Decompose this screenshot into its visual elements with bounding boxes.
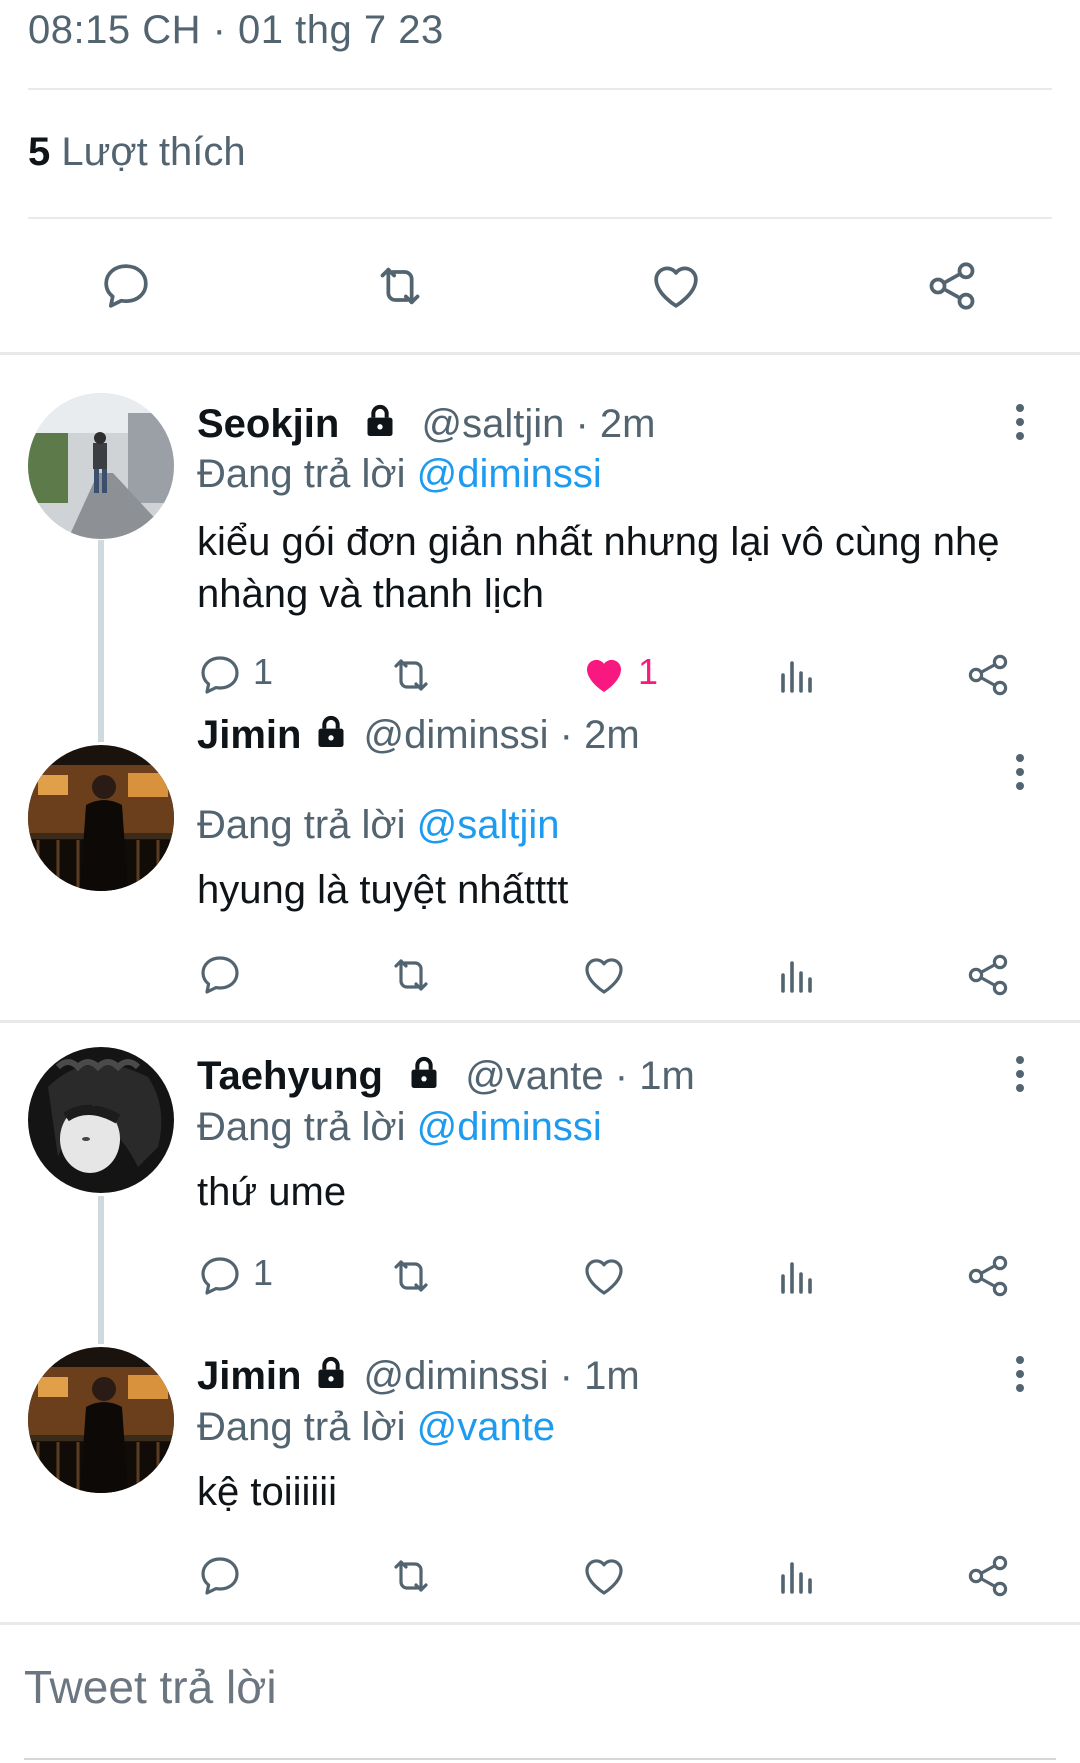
display-name[interactable]: Taehyung <box>197 1054 383 1098</box>
handle-time: @saltjin · 2m <box>421 402 656 446</box>
handle-time: @diminssi · 2m <box>363 713 640 757</box>
reply-prefix: Đang trả lời <box>197 452 406 496</box>
main-action-bar <box>0 232 1080 340</box>
retweet-icon[interactable] <box>387 1252 435 1300</box>
views-icon[interactable] <box>773 1552 821 1600</box>
reply-header: Seokjin @saltjin · 2m <box>197 401 656 451</box>
section-divider <box>0 352 1080 355</box>
reply-text: thứ ume <box>197 1170 347 1214</box>
reply-icon[interactable] <box>98 258 154 314</box>
reply-mention[interactable]: @vante <box>417 1405 555 1449</box>
views-icon[interactable] <box>773 1252 821 1300</box>
retweet-icon[interactable] <box>387 651 435 699</box>
section-divider <box>0 1020 1080 1023</box>
display-name[interactable]: Jimin <box>197 713 301 757</box>
section-divider <box>0 1622 1080 1625</box>
reply-icon[interactable] <box>196 1552 244 1600</box>
compose-underline <box>24 1758 1056 1760</box>
lock-icon <box>404 1053 444 1103</box>
reply-text: hyung là tuyệt nhấtttt <box>197 868 569 912</box>
thread-line <box>98 540 104 742</box>
reply-compose-input[interactable]: Tweet trả lời <box>24 1660 277 1714</box>
reply-icon[interactable] <box>196 1252 244 1300</box>
lock-icon <box>360 401 400 451</box>
retweet-icon[interactable] <box>387 1552 435 1600</box>
divider <box>28 88 1052 90</box>
reply-header: Taehyung @vante · 1m <box>197 1053 695 1103</box>
replying-to: Đang trả lời @diminssi <box>197 1105 602 1150</box>
more-vertical-icon[interactable] <box>1012 1054 1028 1094</box>
reply-prefix: Đang trả lời <box>197 803 406 847</box>
reply-count: 1 <box>253 651 274 692</box>
lock-icon <box>311 712 351 762</box>
like-icon[interactable] <box>648 258 704 314</box>
divider <box>28 217 1052 219</box>
share-icon[interactable] <box>964 1552 1012 1600</box>
like-icon[interactable] <box>580 951 628 999</box>
likes-count: 5 <box>28 130 51 174</box>
likes-summary[interactable]: 5 Lượt thích <box>28 130 246 175</box>
reply-text: kệ toiiiiii <box>197 1470 338 1514</box>
likes-label: Lượt thích <box>61 130 246 174</box>
handle-time: @diminssi · 1m <box>363 1354 640 1398</box>
retweet-icon[interactable] <box>372 258 428 314</box>
handle-time: @vante · 1m <box>465 1054 695 1098</box>
retweet-icon[interactable] <box>387 951 435 999</box>
like-icon[interactable] <box>580 651 628 699</box>
avatar[interactable] <box>28 745 174 891</box>
tweet-actions <box>0 1546 1080 1606</box>
reply-prefix: Đang trả lời <box>197 1105 406 1149</box>
avatar[interactable] <box>28 1047 174 1193</box>
avatar[interactable] <box>28 1347 174 1493</box>
reply-header: Jimin @diminssi · 1m <box>197 1353 640 1403</box>
like-icon[interactable] <box>580 1252 628 1300</box>
tweet-actions <box>0 945 1080 1005</box>
views-icon[interactable] <box>773 951 821 999</box>
tweet-actions: 1 1 <box>0 645 1080 705</box>
replying-to: Đang trả lời @vante <box>197 1405 555 1450</box>
more-vertical-icon[interactable] <box>1012 1354 1028 1394</box>
share-icon[interactable] <box>924 258 980 314</box>
display-name[interactable]: Seokjin <box>197 402 339 446</box>
reply-count: 1 <box>253 1252 274 1293</box>
tweet-timestamp: 08:15 CH · 01 thg 7 23 <box>28 8 444 52</box>
reply-mention[interactable]: @saltjin <box>417 803 560 847</box>
replying-to: Đang trả lời @diminssi <box>197 452 602 497</box>
avatar[interactable] <box>28 393 174 539</box>
share-icon[interactable] <box>964 651 1012 699</box>
tweet-actions: 1 <box>0 1246 1080 1306</box>
reply-text: kiểu gói đơn giản nhất nhưng lại vô cùng… <box>197 520 1000 616</box>
like-icon[interactable] <box>580 1552 628 1600</box>
share-icon[interactable] <box>964 1252 1012 1300</box>
more-vertical-icon[interactable] <box>1012 402 1028 442</box>
reply-mention[interactable]: @diminssi <box>417 1105 602 1149</box>
reply-header: Jimin @diminssi · 2m <box>197 712 640 762</box>
reply-icon[interactable] <box>196 951 244 999</box>
reply-mention[interactable]: @diminssi <box>417 452 602 496</box>
reply-icon[interactable] <box>196 651 244 699</box>
reply-prefix: Đang trả lời <box>197 1405 406 1449</box>
like-count: 1 <box>638 651 659 692</box>
views-icon[interactable] <box>773 651 821 699</box>
replying-to: Đang trả lời @saltjin <box>197 803 560 848</box>
more-vertical-icon[interactable] <box>1012 752 1028 792</box>
lock-icon <box>311 1353 351 1403</box>
display-name[interactable]: Jimin <box>197 1354 301 1398</box>
share-icon[interactable] <box>964 951 1012 999</box>
